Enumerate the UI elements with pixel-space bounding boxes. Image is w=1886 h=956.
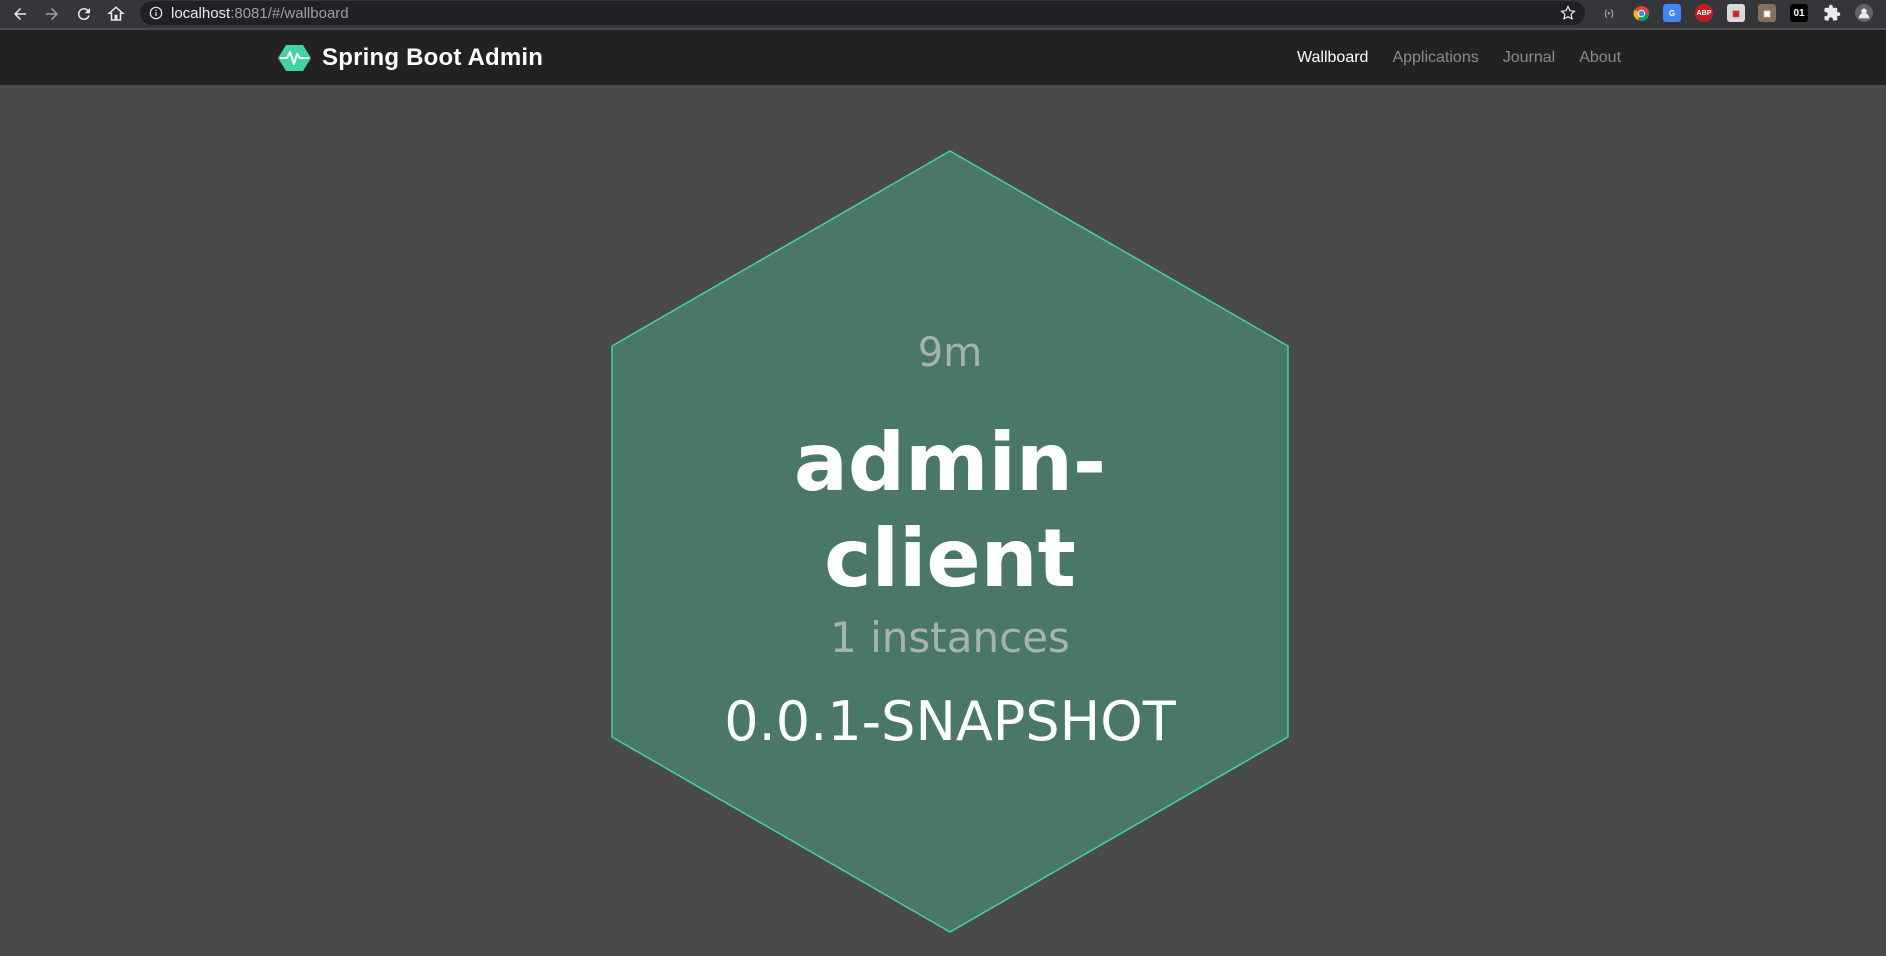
profile-avatar-icon[interactable]: [1855, 4, 1873, 22]
main-nav: Wallboard Applications Journal About: [1297, 49, 1645, 67]
nav-wallboard[interactable]: Wallboard: [1297, 49, 1368, 67]
app-navbar: Spring Boot Admin Wallboard Applications…: [0, 30, 1886, 85]
extensions-puzzle-icon[interactable]: [1823, 4, 1841, 22]
app-version: 0.0.1-SNAPSHOT: [724, 690, 1176, 753]
chrome-extension-icon[interactable]: [1632, 4, 1650, 22]
info-icon[interactable]: [149, 6, 163, 20]
url-host: localhost: [171, 4, 231, 22]
binary-extension-icon[interactable]: 01: [1790, 4, 1808, 22]
bookmark-star-icon[interactable]: [1559, 4, 1577, 22]
wallboard: 9m admin-client 1 instances 0.0.1-SNAPSH…: [0, 85, 1886, 956]
extension-puzzle-box-icon[interactable]: ▣: [1758, 4, 1776, 22]
back-icon[interactable]: [8, 2, 32, 26]
brand[interactable]: Spring Boot Admin: [278, 44, 543, 72]
browser-toolbar: localhost:8081/#/wallboard (•) G ABP ▦ ▣…: [0, 0, 1886, 28]
app-name[interactable]: admin-client: [612, 415, 1288, 607]
forward-icon[interactable]: [40, 2, 64, 26]
translate-extension-icon[interactable]: G: [1663, 4, 1681, 22]
brand-title: Spring Boot Admin: [322, 44, 544, 71]
adblock-extension-icon[interactable]: ABP: [1695, 4, 1713, 22]
app-instance-count: 1 instances: [830, 613, 1070, 662]
nav-journal[interactable]: Journal: [1503, 49, 1555, 67]
url-path: :8081/#/wallboard: [230, 4, 349, 22]
app-uptime: 9m: [917, 330, 983, 376]
heartbeat-logo-icon: [278, 45, 311, 71]
reload-icon[interactable]: [72, 2, 96, 26]
calendar-extension-icon[interactable]: ▦: [1727, 4, 1745, 22]
nav-about[interactable]: About: [1579, 49, 1621, 67]
home-icon[interactable]: [104, 2, 128, 26]
cast-extension-icon[interactable]: (•): [1600, 4, 1618, 22]
address-bar[interactable]: localhost:8081/#/wallboard: [140, 1, 1585, 25]
nav-applications[interactable]: Applications: [1392, 49, 1478, 67]
